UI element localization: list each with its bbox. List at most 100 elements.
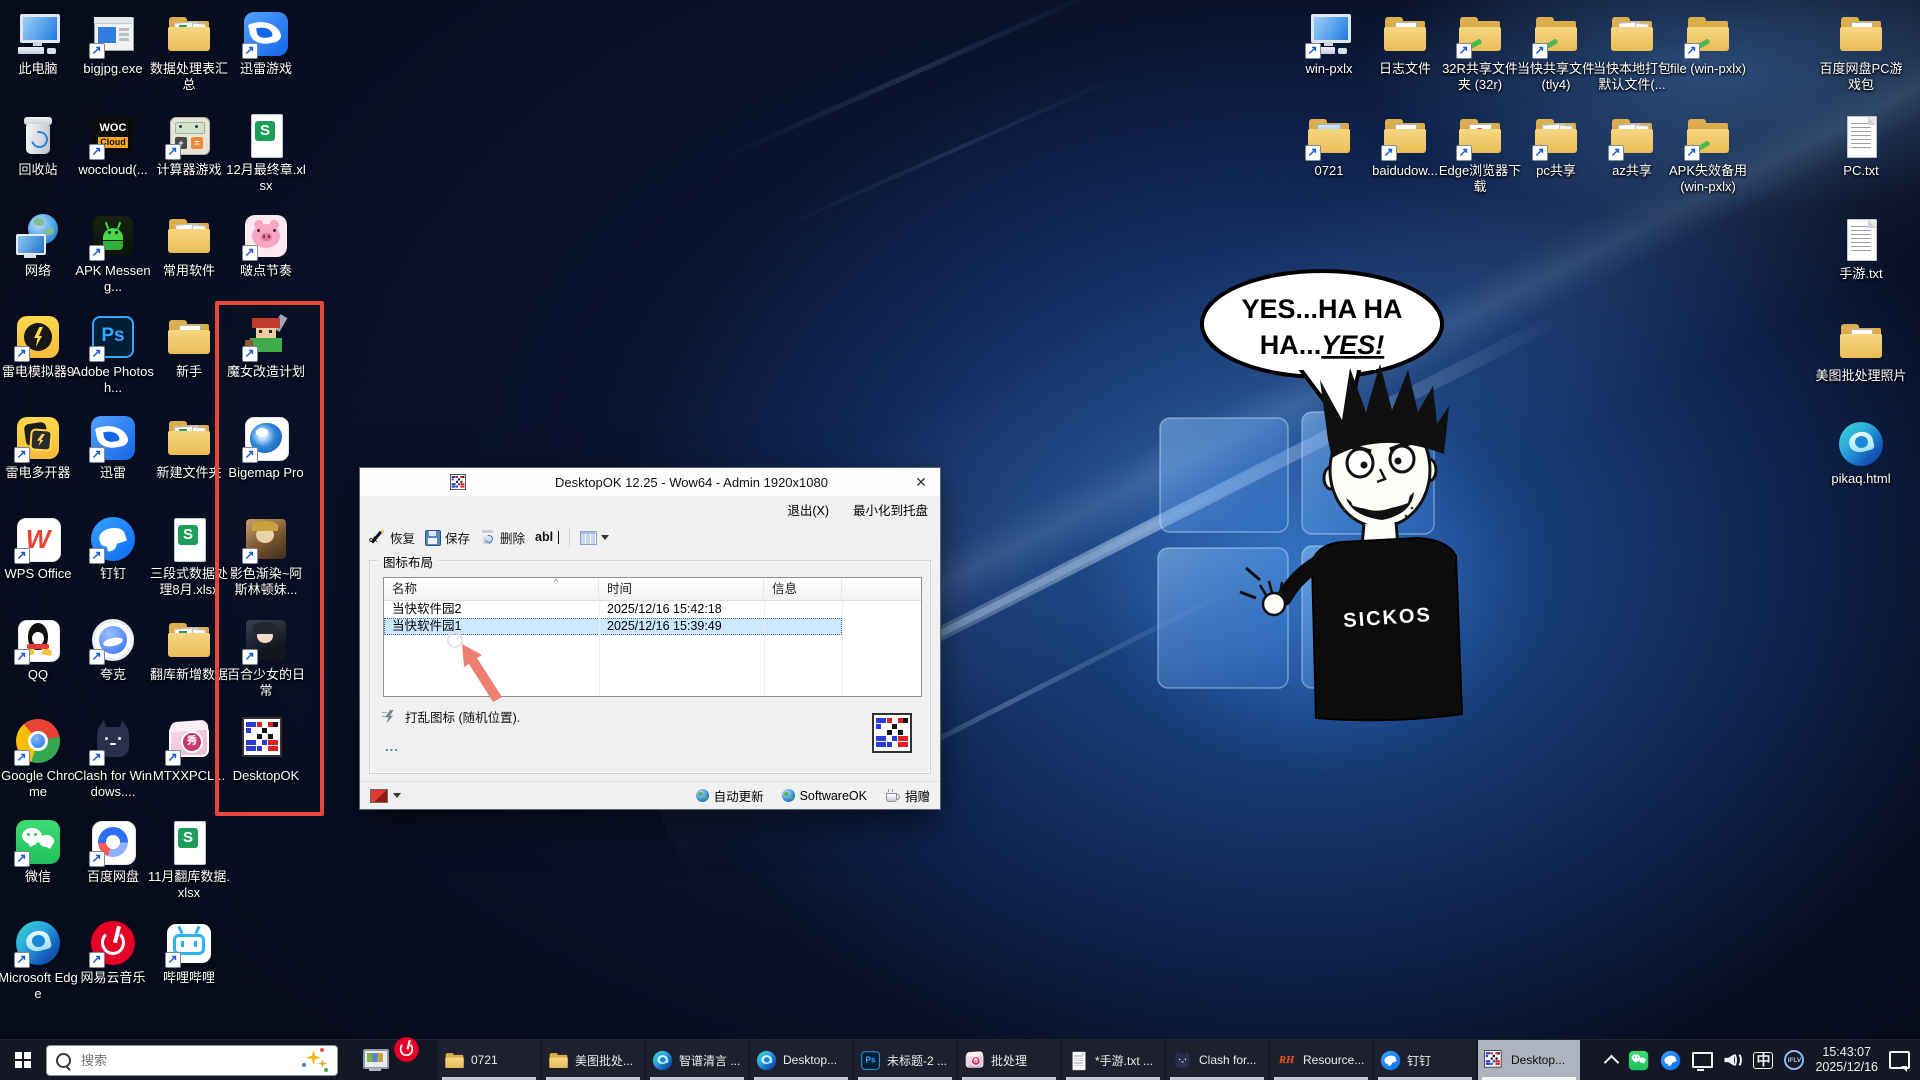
desktop-icon[interactable]: ↗QQ (0, 616, 80, 683)
desktop-icon[interactable]: ↗win-pxlx (1287, 10, 1371, 77)
desktop-icon[interactable]: ↗0721 (1287, 112, 1371, 179)
close-icon[interactable]: ✕ (910, 474, 932, 491)
auto-update-link[interactable]: 自动更新 (696, 786, 764, 805)
desktop-icon[interactable]: ↗哔哩哔哩 (147, 919, 231, 986)
desktop-icon[interactable]: ↗雷电多开器 (0, 414, 80, 481)
desktop-icon[interactable]: S11月翻库数据.xlsx (147, 818, 231, 901)
desktop-icon[interactable]: ↗Clash for Windows.... (71, 717, 155, 800)
desktop-icon[interactable]: ↗百合少女的日常 (224, 616, 308, 699)
desktop-icon[interactable]: ↗钉钉 (71, 515, 155, 582)
desktop-icon[interactable]: ↗Edge浏览器下载 (1438, 112, 1522, 195)
taskbar-button[interactable]: 0721 (438, 1040, 540, 1080)
layout-list[interactable]: 名称 时间 信息 ^ 当快软件园22025/12/16 15:42:18当快软件… (383, 577, 922, 697)
desktop-icon[interactable]: 日志文件 (1363, 10, 1447, 77)
ime-icon[interactable]: 中 (1753, 1052, 1773, 1069)
desktop-icon[interactable]: ↗az共享 (1590, 112, 1674, 179)
shuffle-icons-label[interactable]: 打乱图标 (随机位置). (382, 707, 520, 726)
taskbar-search[interactable] (46, 1045, 338, 1076)
layout-row[interactable]: 当快软件园22025/12/16 15:42:18 (384, 601, 842, 618)
taskbar-button[interactable]: Desktop... (750, 1040, 852, 1080)
desktop-icon[interactable]: 手游.txt (1813, 215, 1909, 282)
desktop-icon[interactable]: 此电脑 (0, 10, 80, 77)
desktop-icon[interactable]: ↗迅雷 (71, 414, 155, 481)
desktop-icon[interactable]: S12月最终章.xlsx (224, 111, 308, 194)
desktop-icon[interactable]: Ps↗Adobe Photosh... (71, 313, 155, 396)
desktop-icon[interactable]: WOCCloud↗woccloud(... (71, 111, 155, 178)
taskbar-clock[interactable]: 15:43:07 2025/12/16 (1815, 1045, 1878, 1075)
desktop-icon[interactable]: ↗雷电模拟器9 (0, 313, 80, 380)
desktop-icon[interactable]: 当快本地打包默认文件(... (1590, 10, 1674, 93)
desktop-icon[interactable]: ↗网易云音乐 (71, 919, 155, 986)
taskbar-button[interactable]: Ps未标题-2 ... (854, 1040, 956, 1080)
desktop-icon[interactable]: ↗pc共享 (1514, 112, 1598, 179)
volume-icon[interactable] (1724, 1052, 1742, 1068)
desktop-icon[interactable]: ↗啵点节奏 (224, 212, 308, 279)
layout-row[interactable]: 当快软件园12025/12/16 15:39:49 (384, 618, 842, 635)
desktopok-window[interactable]: DesktopOK 12.25 - Wow64 - Admin 1920x108… (359, 467, 941, 810)
search-input[interactable] (79, 1052, 294, 1069)
menu-exit[interactable]: 退出(X) (787, 500, 829, 519)
desktop-icon[interactable]: ↗baidudow... (1363, 112, 1447, 179)
desktop-icon[interactable]: ↗32R共享文件夹 (32r) (1438, 10, 1522, 93)
desktop-icon[interactable]: pikaq.html (1813, 420, 1909, 487)
desktop-icon[interactable]: ↗当快共享文件 (tly4) (1514, 10, 1598, 93)
taskbar-button[interactable]: 智谱清言 ... (646, 1040, 748, 1080)
save-button[interactable]: 保存 (425, 528, 470, 547)
pinned-netease-music[interactable] (396, 1040, 438, 1080)
desktop-icon[interactable]: ↗Google Chrome (0, 717, 80, 800)
taskbar-button[interactable]: 美图批处... (542, 1040, 644, 1080)
desktop-icon[interactable]: ↗file (win-pxlx) (1666, 10, 1750, 77)
desktop-icon[interactable]: ↗APK失效备用 (win-pxlx) (1666, 112, 1750, 195)
taskbar-button[interactable]: Desktop... (1478, 1040, 1580, 1080)
desktop-icon[interactable]: ↗bigjpg.exe (71, 10, 155, 77)
desktop-icon[interactable]: DesktopOK (224, 717, 308, 784)
start-button[interactable] (0, 1040, 46, 1080)
desktop-icon[interactable]: ↗Microsoft Edge (0, 919, 80, 1002)
network-icon[interactable] (1692, 1052, 1713, 1068)
taskbar-button[interactable]: 秀批处理 (958, 1040, 1060, 1080)
softwareok-link[interactable]: SoftwareOK (782, 789, 867, 803)
action-center-icon[interactable] (1889, 1051, 1910, 1069)
list-header[interactable]: 名称 时间 信息 ^ (384, 578, 921, 601)
desktop-icon[interactable]: ↗APK Messeng... (71, 212, 155, 295)
desktop-icon[interactable]: 百度网盘PC游戏包 (1813, 10, 1909, 93)
desktop-icon[interactable]: 新建文件夹 (147, 414, 231, 481)
column-header-name[interactable]: 名称 (384, 578, 599, 600)
desktop-icon[interactable]: ↗Bigemap Pro (224, 414, 308, 481)
language-flag-dropdown[interactable] (370, 789, 401, 802)
taskbar-button[interactable]: *手游.txt ... (1062, 1040, 1164, 1080)
more-link[interactable]: ... (385, 739, 399, 754)
tray-dingtalk-icon[interactable] (1660, 1050, 1681, 1071)
menu-minimize-to-tray[interactable]: 最小化到托盘 (853, 500, 928, 519)
desktop-icon[interactable]: 秀↗MTXXPCL... (147, 717, 231, 784)
desktop-icon[interactable]: ↗魔女改造计划 (224, 313, 308, 380)
rename-button[interactable]: abl (535, 530, 559, 544)
listview-dropdown[interactable] (580, 531, 609, 544)
desktop-icon[interactable]: ↗影色渐染~阿斯林顿妹... (224, 515, 308, 598)
desktop-icon[interactable]: PC.txt (1813, 112, 1909, 179)
delete-button[interactable]: 删除 (480, 528, 525, 547)
column-header-info[interactable]: 信息 (764, 578, 842, 600)
window-titlebar[interactable]: DesktopOK 12.25 - Wow64 - Admin 1920x108… (360, 468, 940, 497)
desktop-icon[interactable]: 回收站 (0, 111, 80, 178)
desktop-icon[interactable]: 数据处理表汇总 (147, 10, 231, 93)
iflv-tray-icon[interactable]: iFLV (1784, 1050, 1804, 1070)
desktop-icon[interactable]: ↗夸克 (71, 616, 155, 683)
desktop-icon[interactable]: S三段式数据处理8月.xlsx (147, 515, 231, 598)
column-header-time[interactable]: 时间 (599, 578, 764, 600)
desktop-icon[interactable]: +=↗计算器游戏 (147, 111, 231, 178)
desktop-icon[interactable]: 新手 (147, 313, 231, 380)
desktop-icon[interactable]: 常用软件 (147, 212, 231, 279)
desktop-icon[interactable]: W↗WPS Office (0, 515, 80, 582)
desktop-icon[interactable]: ↗百度网盘 (71, 818, 155, 885)
taskbar-button[interactable]: RHResource... (1270, 1040, 1372, 1080)
desktop-icon[interactable]: ↗微信 (0, 818, 80, 885)
donate-link[interactable]: 捐赠 (885, 786, 930, 805)
desktop-icon[interactable]: 美图批处理照片 (1813, 317, 1909, 384)
pinned-snipping-tool[interactable] (354, 1040, 396, 1080)
desktop-icon[interactable]: 翻库新增数据 (147, 616, 231, 683)
desktop-icon[interactable]: 网络 (0, 212, 80, 279)
taskbar-button[interactable]: Clash for... (1166, 1040, 1268, 1080)
taskbar-button[interactable]: 钉钉 (1374, 1040, 1476, 1080)
tray-chevron-up-icon[interactable] (1604, 1054, 1620, 1070)
